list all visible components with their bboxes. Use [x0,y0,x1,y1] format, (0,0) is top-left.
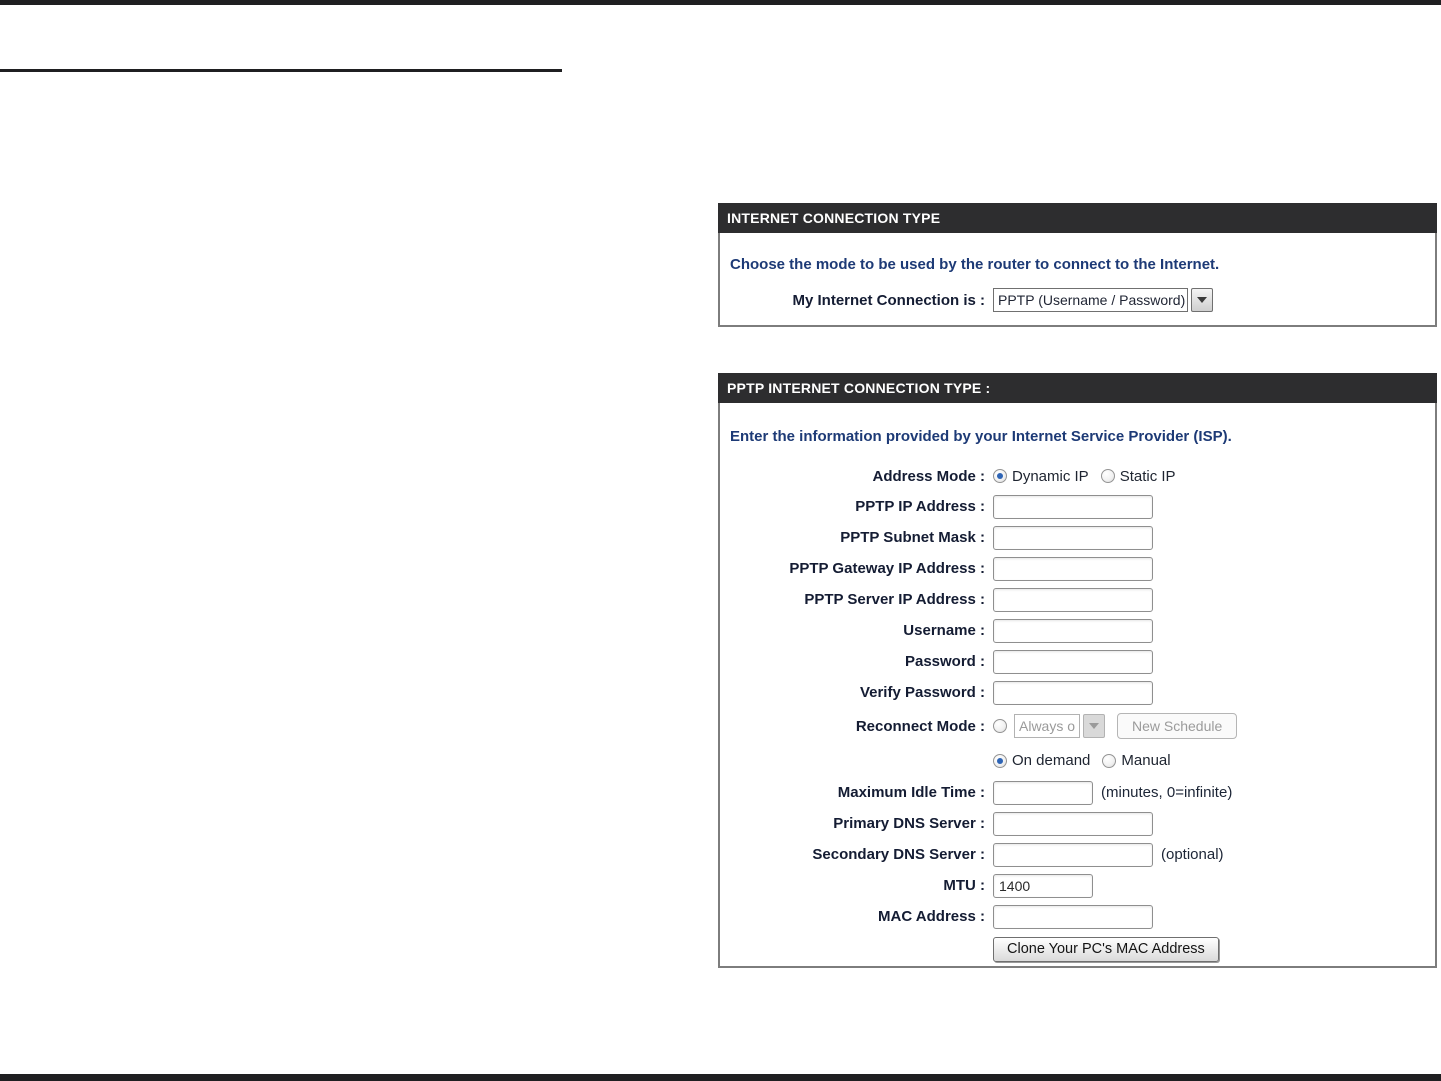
mac-address-input[interactable] [993,904,1153,929]
manual-radio-label: Manual [1121,752,1171,769]
username-label: Username : [903,622,985,639]
verify-password-label: Verify Password : [859,684,985,701]
pptp-gateway-ip-address-label: PPTP Gateway IP Address : [789,560,985,577]
pptp-ip-address-label: PPTP IP Address : [855,498,985,515]
dynamic-ip-radio-label: Dynamic IP [1012,467,1089,485]
internet-connection-select-value[interactable]: PPTP (Username / Password) [993,288,1188,312]
static-ip-radio[interactable] [1100,469,1115,483]
instruction-text: Enter the information provided by your I… [730,428,1232,445]
password-label: Password : [904,653,985,670]
page-bottom-bar [0,1074,1441,1081]
secondary-dns-server-label: Secondary DNS Server : [812,846,985,863]
maximum-idle-time-input[interactable] [993,780,1093,805]
primary-dns-server-input[interactable] [993,811,1153,836]
verify-password-input[interactable] [993,680,1153,705]
panel-body: Choose the mode to be used by the router… [718,233,1437,327]
reconnect-schedule-radio[interactable] [993,719,1007,733]
section-heading-underline [0,69,562,72]
new-schedule-button[interactable]: New Schedule [1117,713,1238,739]
chevron-down-icon[interactable] [1191,288,1213,312]
panel-body: Enter the information provided by your I… [718,403,1437,968]
clone-mac-address-button[interactable]: Clone Your PC's MAC Address [993,936,1219,962]
panel-header: PPTP INTERNET CONNECTION TYPE : [718,373,1437,403]
my-internet-connection-label: My Internet Connection is : [792,291,985,309]
schedule-select[interactable]: Always o [1014,714,1105,738]
internet-connection-type-panel: INTERNET CONNECTION TYPE Choose the mode… [718,203,1437,327]
password-input[interactable] [993,649,1153,674]
mac-address-label: MAC Address : [878,908,985,925]
mtu-label: MTU : [943,877,985,894]
on-demand-radio-label: On demand [1012,752,1091,769]
reconnect-mode-label: Reconnect Mode : [855,717,985,735]
internet-connection-select[interactable]: PPTP (Username / Password) [993,288,1213,312]
maximum-idle-time-label: Maximum Idle Time : [837,784,985,801]
static-ip-radio-label: Static IP [1119,467,1176,485]
pptp-ip-address-input[interactable] [993,494,1153,519]
on-demand-radio[interactable] [993,753,1007,768]
pptp-subnet-mask-label: PPTP Subnet Mask : [840,529,985,546]
page-top-bar [0,0,1441,5]
pptp-subnet-mask-input[interactable] [993,525,1153,550]
username-input[interactable] [993,618,1153,643]
primary-dns-server-label: Primary DNS Server : [833,815,985,832]
pptp-server-ip-address-input[interactable] [993,587,1153,612]
secondary-dns-server-input[interactable] [993,842,1153,867]
dynamic-ip-radio[interactable] [993,469,1007,483]
instruction-text: Choose the mode to be used by the router… [730,256,1220,273]
pptp-internet-connection-type-panel: PPTP INTERNET CONNECTION TYPE : Enter th… [718,373,1437,968]
maximum-idle-time-note: (minutes, 0=infinite) [1101,784,1233,801]
manual-radio[interactable] [1102,753,1117,768]
secondary-dns-server-note: (optional) [1161,846,1224,863]
mtu-input[interactable] [993,873,1093,898]
pptp-server-ip-address-label: PPTP Server IP Address : [804,591,985,608]
panel-header: INTERNET CONNECTION TYPE [718,203,1437,233]
schedule-select-value[interactable]: Always o [1014,714,1080,738]
chevron-down-icon[interactable] [1083,714,1105,738]
address-mode-label: Address Mode : [872,467,985,485]
pptp-gateway-ip-address-input[interactable] [993,556,1153,581]
